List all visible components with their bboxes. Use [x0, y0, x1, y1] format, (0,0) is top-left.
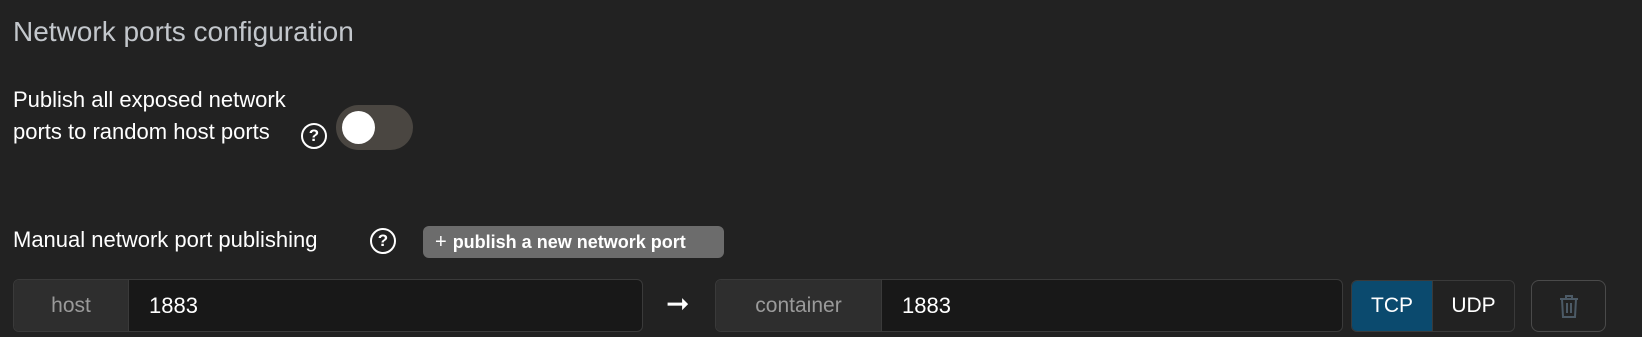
section-title: Network ports configuration [13, 16, 354, 47]
plus-icon: + [435, 231, 447, 253]
protocol-selector: TCP UDP [1351, 280, 1515, 332]
host-addon: host [14, 280, 129, 331]
container-port-input[interactable]: 1883 [882, 280, 951, 331]
protocol-udp-button[interactable]: UDP [1432, 281, 1514, 331]
publish-all-label: Publish all exposed network ports to ran… [13, 87, 286, 144]
arrow-right-icon: ➞ [666, 288, 690, 319]
host-port-field[interactable]: host 1883 [13, 279, 643, 332]
publish-all-toggle[interactable] [336, 105, 413, 150]
delete-port-button[interactable] [1531, 280, 1606, 332]
publish-all-help-icon[interactable]: ? [301, 123, 327, 149]
host-port-input[interactable]: 1883 [129, 280, 198, 331]
protocol-tcp-button[interactable]: TCP [1352, 281, 1432, 331]
container-addon: container [716, 280, 882, 331]
manual-publishing-label: Manual network port publishing [13, 227, 318, 252]
toggle-knob [342, 111, 375, 144]
network-ports-panel: Network ports configuration Publish all … [0, 0, 1642, 337]
publish-new-port-button[interactable]: + publish a new network port [423, 226, 724, 258]
container-port-field[interactable]: container 1883 [715, 279, 1343, 332]
manual-publishing-help-icon[interactable]: ? [370, 228, 396, 254]
publish-new-port-label: publish a new network port [452, 232, 686, 252]
trash-icon [1559, 295, 1578, 318]
